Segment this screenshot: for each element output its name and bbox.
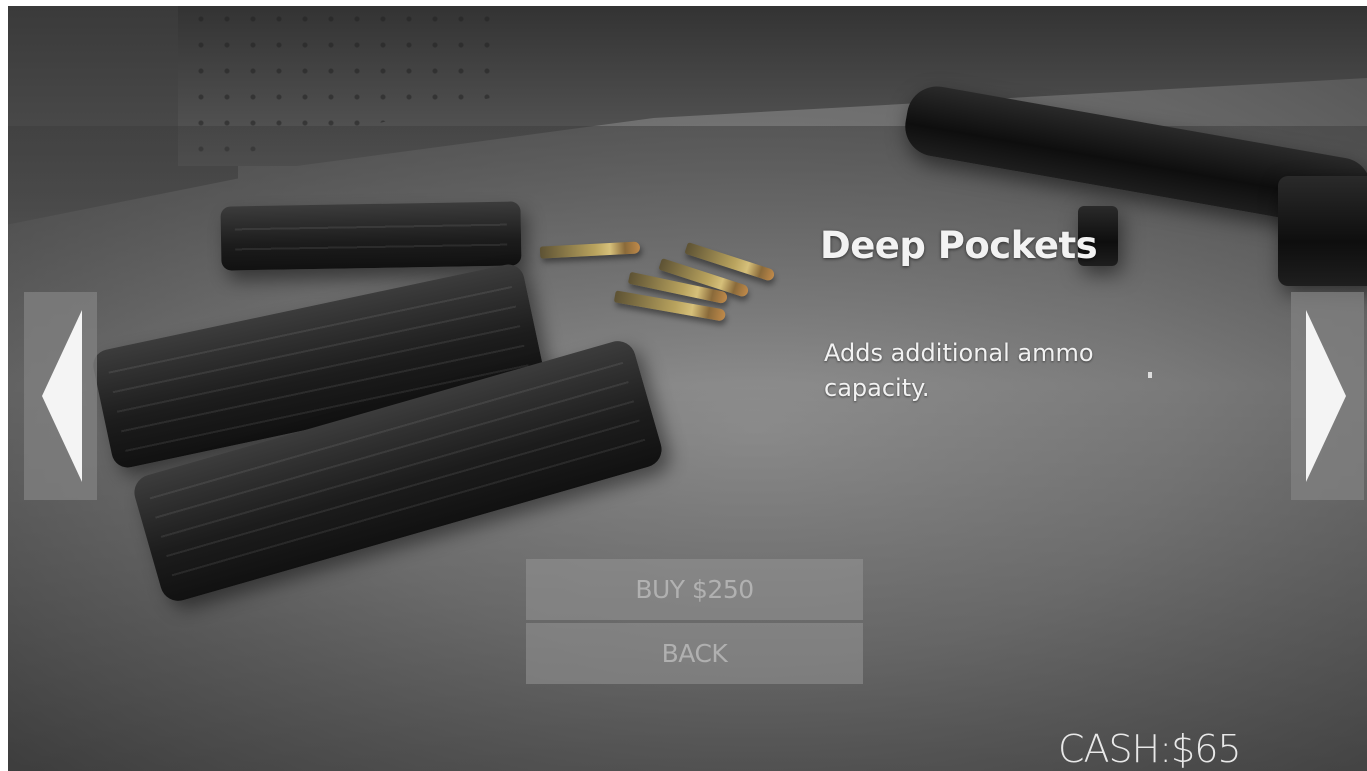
mouse-cursor-icon bbox=[1148, 372, 1152, 378]
rifle-stock-prop bbox=[1278, 176, 1367, 286]
game-frame: Deep Pockets Adds additional ammo capaci… bbox=[0, 0, 1367, 771]
cash-counter: CASH:$65 bbox=[1058, 727, 1242, 771]
triangle-right-icon bbox=[1306, 310, 1346, 482]
buy-button[interactable]: BUY $250 bbox=[526, 559, 863, 620]
magazine-ribs bbox=[234, 211, 508, 261]
item-description: Adds additional ammo capacity. bbox=[824, 339, 1094, 402]
previous-item-button[interactable] bbox=[24, 292, 97, 500]
magazine-prop-back bbox=[220, 201, 522, 271]
next-item-button[interactable] bbox=[1291, 292, 1364, 500]
back-button[interactable]: BACK bbox=[526, 623, 863, 684]
game-viewport: Deep Pockets Adds additional ammo capaci… bbox=[8, 6, 1367, 771]
triangle-left-icon bbox=[42, 310, 82, 482]
item-title: Deep Pockets bbox=[820, 224, 1098, 267]
